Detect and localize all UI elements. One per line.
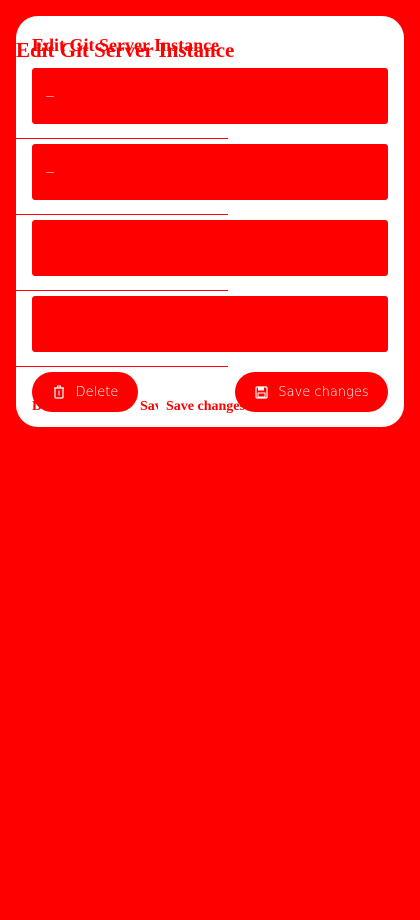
text-field-2-input[interactable] bbox=[32, 144, 388, 200]
field-divider-3 bbox=[16, 290, 228, 291]
text-field-3[interactable] bbox=[32, 220, 388, 276]
field-divider-1 bbox=[16, 138, 228, 139]
edit-git-server-dialog: Edit Git Server Instance Edit Git Server… bbox=[16, 16, 404, 427]
save-label-shadow-a: Save changes bbox=[140, 399, 158, 414]
text-field-1-caret bbox=[46, 96, 54, 97]
field-divider-4 bbox=[16, 366, 228, 367]
delete-button-label: Delete bbox=[75, 384, 119, 400]
text-field-3-input[interactable] bbox=[32, 220, 388, 276]
text-field-4-input[interactable] bbox=[32, 296, 388, 352]
save-changes-button-label: Save changes bbox=[278, 384, 369, 400]
trash-icon bbox=[52, 385, 66, 399]
delete-button[interactable]: Delete bbox=[32, 372, 138, 412]
save-changes-button[interactable]: Save changes bbox=[235, 372, 388, 412]
text-field-1-input[interactable] bbox=[32, 68, 388, 124]
save-icon bbox=[254, 385, 268, 399]
text-field-2[interactable] bbox=[32, 144, 388, 200]
text-field-1[interactable] bbox=[32, 68, 388, 124]
dialog-title: Edit Git Server Instance bbox=[32, 35, 220, 55]
save-label-shadow-b: Save changes bbox=[166, 399, 245, 414]
text-field-4[interactable] bbox=[32, 296, 388, 352]
delete-label-shadow: Delete bbox=[32, 399, 44, 414]
screen: Edit Git Server Instance Edit Git Server… bbox=[0, 0, 420, 920]
field-divider-2 bbox=[16, 214, 228, 215]
text-field-2-caret bbox=[46, 172, 54, 173]
